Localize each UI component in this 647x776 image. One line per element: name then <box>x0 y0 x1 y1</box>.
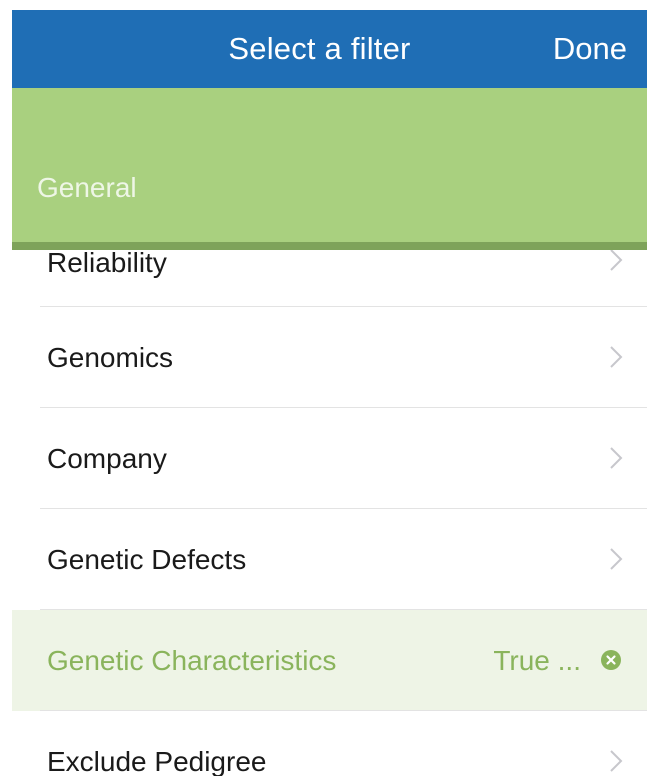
nav-title: Select a filter <box>228 31 411 66</box>
filter-label: Genomics <box>47 342 174 373</box>
chevron-right-icon <box>610 447 623 469</box>
filter-row-exclude-pedigree[interactable]: Exclude Pedigree <box>12 711 647 776</box>
filter-screen: Select a filter Done General Reliability… <box>0 0 647 776</box>
filter-row-genetic-defects[interactable]: Genetic Defects <box>12 509 647 610</box>
filter-row-genomics[interactable]: Genomics <box>12 307 647 408</box>
clear-circle-icon[interactable] <box>601 650 621 670</box>
filter-row-genetic-characteristics[interactable]: Genetic Characteristics True ... <box>12 610 647 711</box>
filter-label: Company <box>47 443 167 474</box>
filter-value: True ... <box>493 645 581 676</box>
chevron-right-icon <box>610 249 623 271</box>
filter-label: Genetic Characteristics <box>47 645 337 676</box>
section-label: General <box>37 172 137 203</box>
chevron-right-icon <box>610 346 623 368</box>
chevron-right-icon <box>610 548 623 570</box>
section-header-general: General <box>12 88 647 250</box>
chevron-right-icon <box>610 750 623 772</box>
navigation-bar: Select a filter Done <box>12 10 647 88</box>
filter-label: Genetic Defects <box>47 544 247 575</box>
filter-row-company[interactable]: Company <box>12 408 647 509</box>
done-button[interactable]: Done <box>553 10 627 88</box>
filter-label: Exclude Pedigree <box>47 746 267 776</box>
filter-list: Reliability Genomics Company Genetic Def… <box>12 210 647 776</box>
